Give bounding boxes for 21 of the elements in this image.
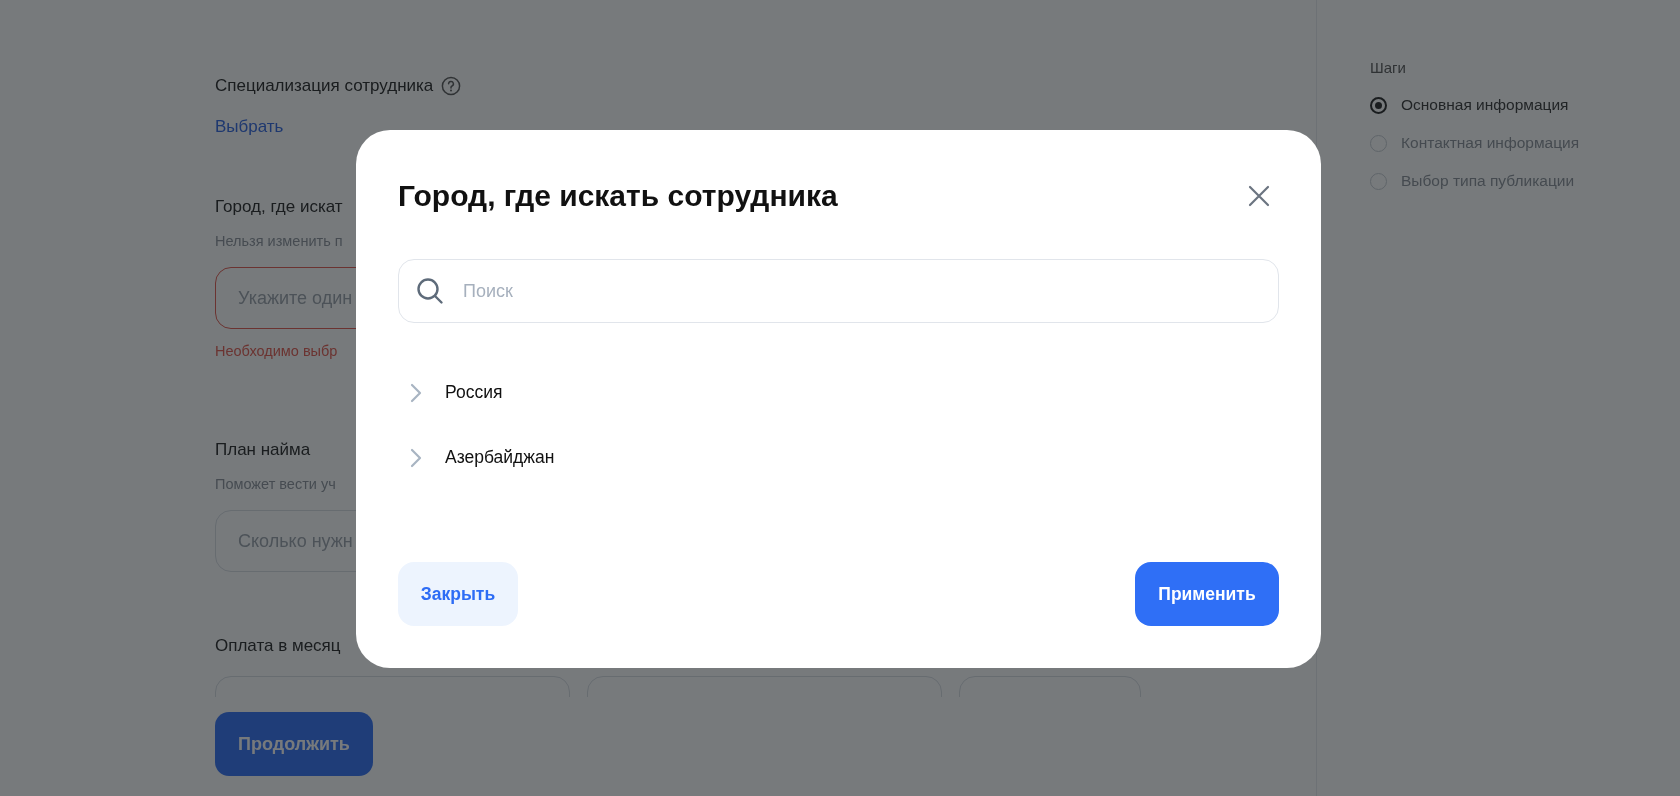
search-field[interactable]: Поиск [398,259,1279,323]
search-icon [416,277,444,305]
chevron-icon[interactable] [410,447,422,468]
apply-button[interactable]: Применить [1135,562,1279,626]
close-icon[interactable] [1247,184,1271,208]
field-label: Специализация сотрудника [215,75,434,97]
country-item[interactable]: Россия [445,382,503,403]
field-label: Оплата в месяц [215,635,341,657]
modal-title: Город, где искать сотрудника [398,179,838,213]
step-label[interactable]: Основная информация [1401,96,1569,114]
continue-button[interactable]: Продолжить [215,712,373,776]
steps-title: Шаги [1370,59,1406,76]
radio-button[interactable] [1370,96,1387,114]
select-link[interactable]: Выбрать [215,115,284,139]
help-icon[interactable] [441,76,462,96]
error-message: Необходимо выбр [215,342,338,361]
field-label: Город, где искат [215,196,343,218]
close-button[interactable]: Закрыть [398,562,518,626]
field-label: План найма [215,439,311,461]
chevron-icon[interactable] [410,382,422,403]
country-item[interactable]: Азербайджан [445,447,555,468]
